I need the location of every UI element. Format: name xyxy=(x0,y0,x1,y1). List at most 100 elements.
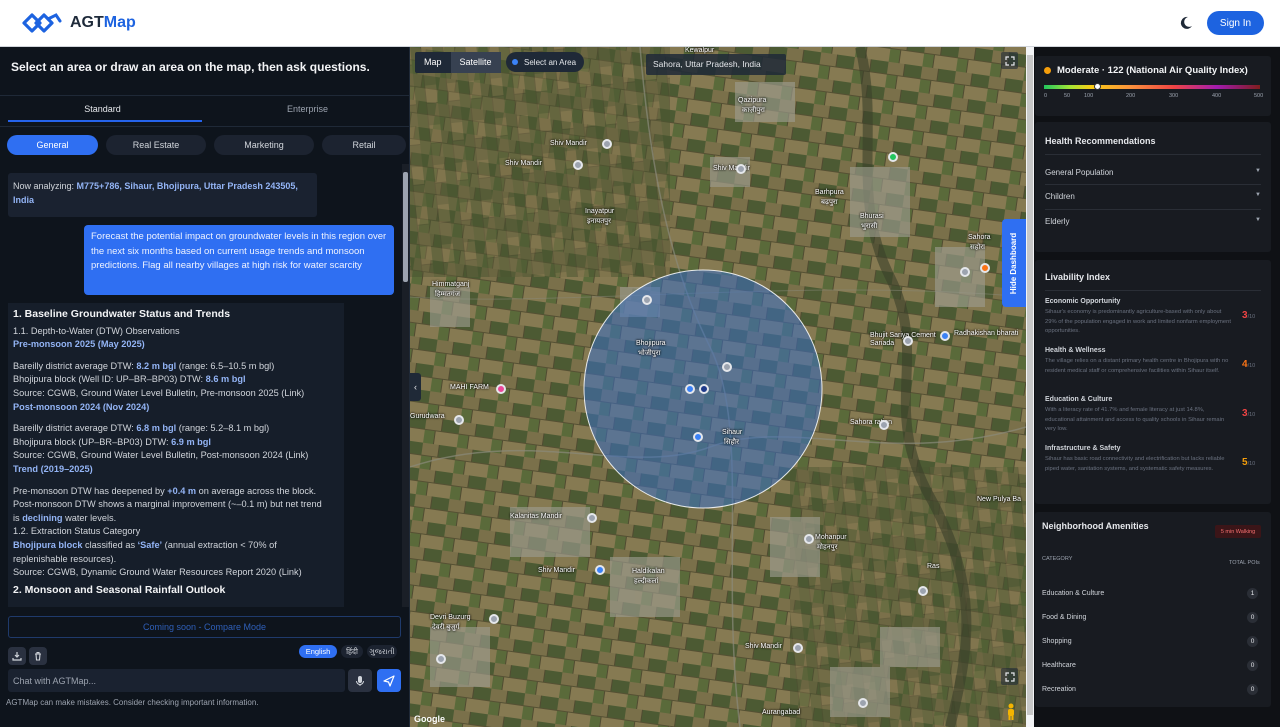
chevron-down-icon: ▼ xyxy=(1255,192,1261,198)
microphone-icon[interactable] xyxy=(348,669,372,692)
health-general-population[interactable]: General Population ▼ xyxy=(1045,168,1261,177)
map-pin[interactable] xyxy=(496,384,506,394)
zoom-fit-icon[interactable] xyxy=(1001,668,1018,685)
map-label: Qazipura xyxy=(738,97,767,104)
map-pin[interactable] xyxy=(903,336,913,346)
hide-dashboard-button[interactable]: Hide Dashboard xyxy=(1002,219,1026,307)
health-elderly[interactable]: Elderly ▼ xyxy=(1045,217,1261,226)
map-label: Bhurasi xyxy=(860,213,884,220)
amenities-card: Neighborhood Amenities 5 min Walking CAT… xyxy=(1035,512,1271,707)
map-label: Kalanitas Mandir xyxy=(510,513,563,520)
mode-tabs: Standard Enterprise xyxy=(0,95,410,127)
map-pin[interactable] xyxy=(573,160,583,170)
send-button[interactable] xyxy=(377,669,401,692)
map-label: भोजीपुरा xyxy=(638,350,661,357)
tab-retail[interactable]: Retail xyxy=(322,135,406,155)
tab-general[interactable]: General xyxy=(7,135,98,155)
sign-in-button[interactable]: Sign In xyxy=(1207,11,1264,35)
tab-enterprise[interactable]: Enterprise xyxy=(205,96,410,126)
aqi-title: Moderate · 122 (National Air Quality Ind… xyxy=(1044,65,1248,76)
map-pin[interactable] xyxy=(587,513,597,523)
select-area-button[interactable]: Select an Area xyxy=(506,52,585,72)
map-label: Shiv Mandir xyxy=(745,643,782,650)
map-type-satellite[interactable]: Satellite xyxy=(450,52,501,73)
map-pin[interactable] xyxy=(602,139,612,149)
map-pin[interactable] xyxy=(960,267,970,277)
health-children[interactable]: Children ▼ xyxy=(1045,192,1261,201)
top-bar: AGTMap Sign In xyxy=(0,0,1280,47)
map-pin[interactable] xyxy=(940,331,950,341)
map-pin[interactable] xyxy=(879,420,889,430)
aqi-tick: 100 xyxy=(1084,93,1094,99)
map-pin[interactable] xyxy=(685,384,695,394)
map-pin[interactable] xyxy=(858,698,868,708)
tab-real-estate[interactable]: Real Estate xyxy=(106,135,206,155)
map-label: Shiv Mandir xyxy=(505,160,542,167)
map-pin-selected[interactable] xyxy=(699,384,709,394)
collapse-panel-button[interactable]: ‹ xyxy=(410,373,421,401)
livability-score: 5/10 xyxy=(1242,457,1256,468)
map-pin[interactable] xyxy=(793,643,803,653)
amenity-row: Food & Dining 0 xyxy=(1042,612,1258,623)
map-pin[interactable] xyxy=(804,534,814,544)
livability-item-name: Economic Opportunity xyxy=(1045,298,1121,305)
panel-title: Select an area or draw an area on the ma… xyxy=(11,60,370,74)
amenities-title: Neighborhood Amenities xyxy=(1042,521,1149,531)
map-pin[interactable] xyxy=(595,565,605,575)
compare-mode-button[interactable]: Coming soon - Compare Mode xyxy=(8,616,401,638)
language-english[interactable]: English xyxy=(299,645,337,658)
map-view[interactable]: Map Satellite Select an Area Sahora, Utt… xyxy=(410,47,1026,727)
map-pin[interactable] xyxy=(888,152,898,162)
livability-title: Livability Index xyxy=(1045,272,1111,282)
tab-marketing[interactable]: Marketing xyxy=(214,135,314,155)
map-label: Barhpura xyxy=(815,189,844,196)
map-label: Sihaur xyxy=(722,429,743,436)
chat-panel: Select an area or draw an area on the ma… xyxy=(0,47,410,727)
dashboard-scrollbar[interactable] xyxy=(1026,47,1034,727)
map-pin[interactable] xyxy=(436,654,446,664)
aqi-scale-bar xyxy=(1044,85,1260,89)
select-area-dot xyxy=(512,59,518,65)
map-pin[interactable] xyxy=(918,586,928,596)
map-label: मोहनपुर xyxy=(817,544,838,551)
chevron-down-icon: ▼ xyxy=(1255,168,1261,174)
map-pin[interactable] xyxy=(736,164,746,174)
category-tabs: General Real Estate Marketing Retail xyxy=(7,135,406,155)
pegman-icon[interactable] xyxy=(1005,703,1017,721)
map-label: MAHI FARM xyxy=(450,384,489,391)
map-pin[interactable] xyxy=(980,263,990,273)
map-type-map[interactable]: Map xyxy=(415,52,451,73)
map-pin[interactable] xyxy=(693,432,703,442)
map-pin[interactable] xyxy=(642,295,652,305)
map-pin[interactable] xyxy=(489,614,499,624)
map-label: Himmatganj xyxy=(432,281,470,288)
amenity-row: Healthcare 0 xyxy=(1042,660,1258,671)
health-card: Health Recommendations General Populatio… xyxy=(1035,122,1271,252)
moon-icon[interactable] xyxy=(1177,14,1195,32)
language-hindi[interactable]: हिंदी xyxy=(341,645,363,658)
map-label: बढ़पुरा xyxy=(821,199,838,206)
user-message: Forecast the potential impact on groundw… xyxy=(84,225,394,295)
download-icon[interactable] xyxy=(8,647,26,665)
location-label: Sahora, Uttar Pradesh, India xyxy=(646,54,786,75)
logo-icon xyxy=(22,13,62,33)
aqi-tick: 50 xyxy=(1064,93,1071,99)
tab-standard[interactable]: Standard xyxy=(0,96,205,126)
chat-input[interactable] xyxy=(8,669,345,692)
language-gujarati[interactable]: ગુજરાતી xyxy=(367,645,397,658)
livability-item-desc: With a literacy rate of 41.7% and female… xyxy=(1045,407,1225,432)
analyzing-notice: Now analyzing: M775+786, Sihaur, Bhojipu… xyxy=(8,173,317,217)
aqi-tick: 500 xyxy=(1254,93,1264,99)
trash-icon[interactable] xyxy=(29,647,47,665)
map-label: इनायतपुर xyxy=(587,218,612,225)
logo[interactable]: AGTMap xyxy=(22,11,136,35)
map-pin[interactable] xyxy=(454,415,464,425)
walking-time-badge[interactable]: 5 min Walking xyxy=(1215,525,1261,538)
chat-scrollbar[interactable] xyxy=(402,164,409,607)
brand-name: AGTMap xyxy=(70,14,136,31)
livability-item-desc: Sihaur has basic road connectivity and e… xyxy=(1045,456,1225,472)
answer-heading: 1. Baseline Groundwater Status and Trend… xyxy=(13,308,231,320)
aqi-tick: 300 xyxy=(1169,93,1179,99)
map-pin[interactable] xyxy=(722,362,732,372)
fullscreen-icon[interactable] xyxy=(1001,52,1018,69)
